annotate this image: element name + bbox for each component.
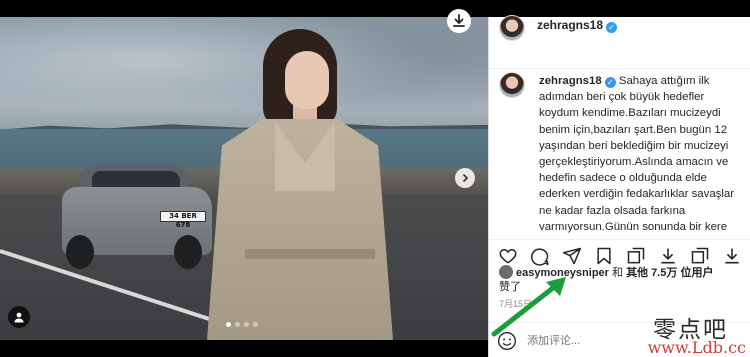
annotation-arrow xyxy=(491,277,566,337)
copy-media-button[interactable] xyxy=(625,245,647,267)
likes-connector: 和 xyxy=(612,267,623,279)
likes-others[interactable]: 其他 7.5万 位用户 xyxy=(626,267,713,279)
carousel-dot xyxy=(244,322,249,327)
bookmark-icon xyxy=(597,247,611,265)
post-photo[interactable]: 34 BER 678 xyxy=(0,17,488,340)
verified-badge-icon: ✓ xyxy=(604,77,616,88)
send-icon xyxy=(562,247,582,265)
caption-avatar[interactable] xyxy=(499,72,525,98)
header-username-wrap: zehragns18 ✓ xyxy=(537,18,618,33)
download-icon xyxy=(661,248,675,264)
copy-link-button[interactable] xyxy=(689,245,711,267)
carousel-dot xyxy=(235,322,240,327)
bottom-letterbox xyxy=(0,340,488,357)
avatar[interactable] xyxy=(499,15,525,41)
chevron-right-icon xyxy=(462,173,469,183)
next-image-button[interactable] xyxy=(455,168,475,188)
download-media-button[interactable] xyxy=(657,245,679,267)
download-icon xyxy=(725,248,739,264)
caption-username[interactable]: zehragns18 xyxy=(539,75,602,87)
like-button[interactable] xyxy=(497,245,519,267)
tagged-users-button[interactable] xyxy=(8,306,30,328)
license-plate: 34 BER 678 xyxy=(160,211,206,229)
copy-icon xyxy=(691,247,709,264)
heart-icon xyxy=(499,248,517,264)
share-button[interactable] xyxy=(561,245,583,267)
copy-icon xyxy=(627,247,645,264)
carousel-dot xyxy=(226,322,231,327)
save-button[interactable] xyxy=(593,245,615,267)
car: 34 BER 678 xyxy=(62,165,212,270)
caption-text: Sahaya attığım ilk adımdan beri çok büyü… xyxy=(539,75,735,238)
carousel-dot xyxy=(253,322,258,327)
action-bar xyxy=(489,239,750,267)
user-icon xyxy=(14,312,24,323)
download-all-button[interactable] xyxy=(721,245,743,267)
post-header: zehragns18 ✓ xyxy=(489,15,750,69)
carousel-indicator xyxy=(226,322,258,327)
verified-badge-icon: ✓ xyxy=(606,22,618,33)
download-icon xyxy=(453,14,465,27)
woman-figure xyxy=(205,29,395,340)
post-caption: zehragns18 ✓ Sahaya attığım ilk adımdan b… xyxy=(539,73,744,238)
download-button[interactable] xyxy=(447,9,471,33)
comment-icon xyxy=(531,248,549,266)
header-username[interactable]: zehragns18 xyxy=(537,18,603,32)
comment-button[interactable] xyxy=(529,245,551,267)
top-letterbox xyxy=(0,0,750,17)
